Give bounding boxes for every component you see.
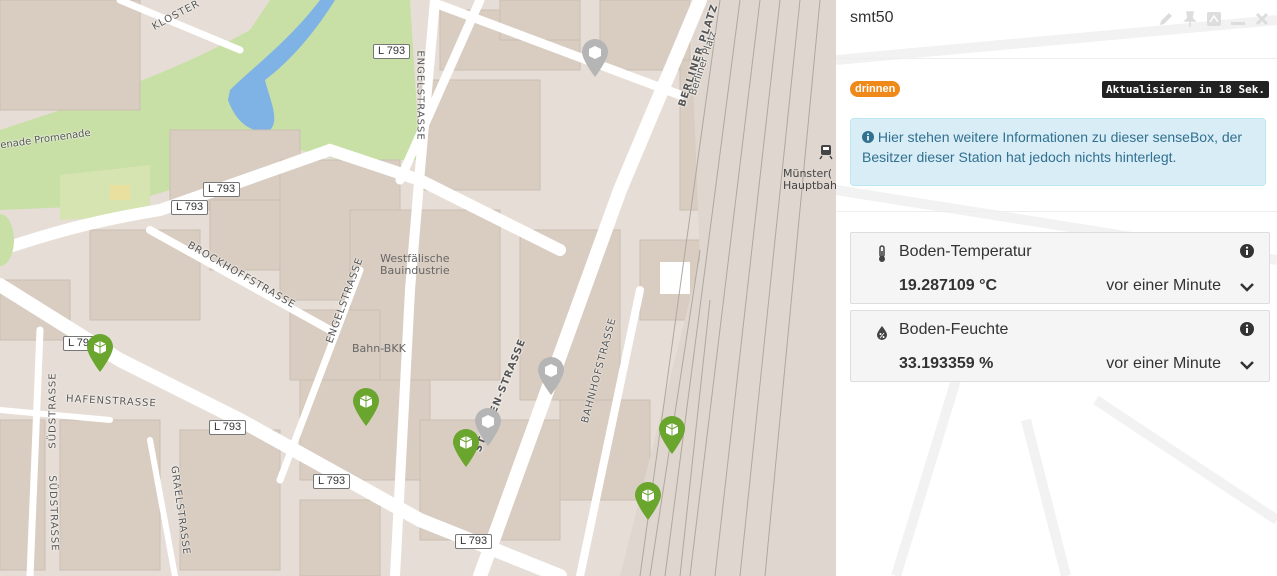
road-shield: L 793: [455, 534, 493, 549]
sensebox-detail-panel: smt50 drinnen Aktualisieren in 18 Sek. H…: [836, 0, 1277, 576]
sensebox-marker[interactable]: [352, 387, 380, 427]
thermometer-icon: [875, 245, 889, 263]
sensor-name: Boden-Feuchte: [899, 321, 1009, 338]
compare-icon[interactable]: [1205, 10, 1223, 28]
sensebox-marker[interactable]: [634, 481, 662, 521]
info-text: Hier stehen weitere Informationen zu die…: [862, 129, 1243, 165]
road-shield: L 793: [209, 420, 247, 435]
poi-label: Westfälische Bauindustrie: [380, 252, 450, 277]
poi-label: Münster( Hauptbahn: [783, 167, 836, 192]
sensor-value: 19.287109 °C: [899, 277, 998, 294]
road-shield: L 793: [313, 474, 351, 489]
divider: [836, 58, 1277, 59]
refresh-countdown-badge: Aktualisieren in 18 Sek.: [1102, 81, 1269, 98]
street-label: ENGELSTRASSE: [414, 50, 426, 141]
sensebox-marker-inactive[interactable]: [581, 38, 609, 78]
sensebox-marker-inactive[interactable]: [537, 356, 565, 396]
minimize-icon[interactable]: [1229, 10, 1247, 28]
sensor-card-boden-temperatur[interactable]: Boden-Temperatur 19.287109 °C vor einer …: [850, 232, 1270, 304]
sensor-name: Boden-Temperatur: [899, 243, 1032, 260]
humidity-icon: [875, 323, 889, 341]
sensor-card-boden-feuchte[interactable]: Boden-Feuchte 33.193359 % vor einer Minu…: [850, 310, 1270, 382]
poi-label: Bahn-BKK: [352, 342, 406, 355]
box-title: smt50: [850, 9, 894, 26]
pin-icon[interactable]: [1181, 10, 1199, 28]
sensor-last-measurement: vor einer Minute: [1106, 355, 1221, 372]
sensor-value: 33.193359 %: [899, 355, 994, 372]
info-icon[interactable]: [1239, 243, 1255, 259]
info-icon[interactable]: [1239, 321, 1255, 337]
close-icon[interactable]: [1253, 10, 1271, 28]
road-shield: L 793: [203, 182, 241, 197]
edit-icon[interactable]: [1157, 10, 1175, 28]
exposure-badge: drinnen: [850, 81, 901, 97]
street-label: SÜDSTRASSE: [47, 372, 59, 449]
road-shield: L 793: [171, 200, 209, 215]
sensebox-marker[interactable]: [452, 428, 480, 468]
sensebox-marker[interactable]: [658, 415, 686, 455]
sensor-last-measurement: vor einer Minute: [1106, 277, 1221, 294]
info-circle-icon: [862, 128, 874, 143]
window-controls: [1157, 10, 1271, 28]
sensebox-marker[interactable]: [86, 333, 114, 373]
chevron-down-icon[interactable]: [1239, 279, 1255, 295]
info-alert: Hier stehen weitere Informationen zu die…: [850, 118, 1266, 186]
map-view[interactable]: L 793 L 793 L 793 L 79 L 793 L 793 L 793…: [0, 0, 836, 576]
chevron-down-icon[interactable]: [1239, 357, 1255, 373]
road-shield: L 793: [373, 44, 411, 59]
train-station-icon: [817, 143, 835, 161]
divider: [836, 211, 1277, 212]
